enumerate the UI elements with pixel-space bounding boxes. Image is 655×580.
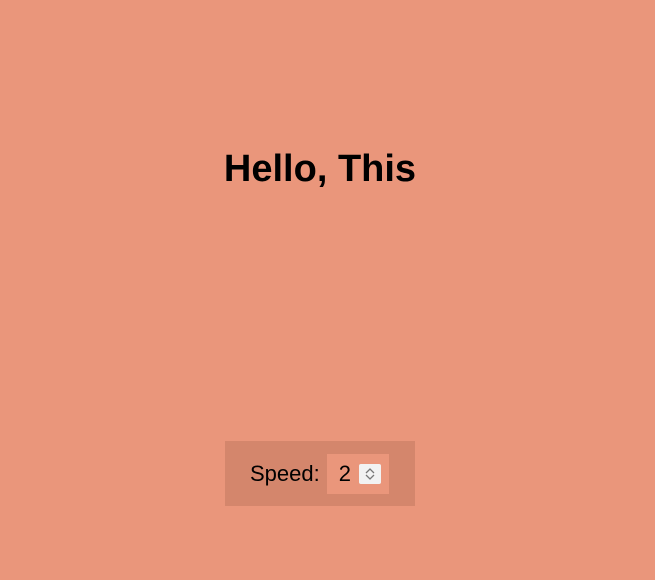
chevron-up-icon[interactable] [365, 467, 375, 474]
speed-label: Speed: [250, 460, 320, 486]
speed-controls-panel: Speed: 2 [225, 441, 415, 506]
page-headline: Hello, This [223, 148, 417, 190]
speed-spinner[interactable] [358, 463, 381, 484]
speed-value[interactable]: 2 [339, 461, 357, 487]
chevron-down-icon[interactable] [365, 474, 375, 481]
speed-number-input[interactable]: 2 [326, 453, 389, 494]
